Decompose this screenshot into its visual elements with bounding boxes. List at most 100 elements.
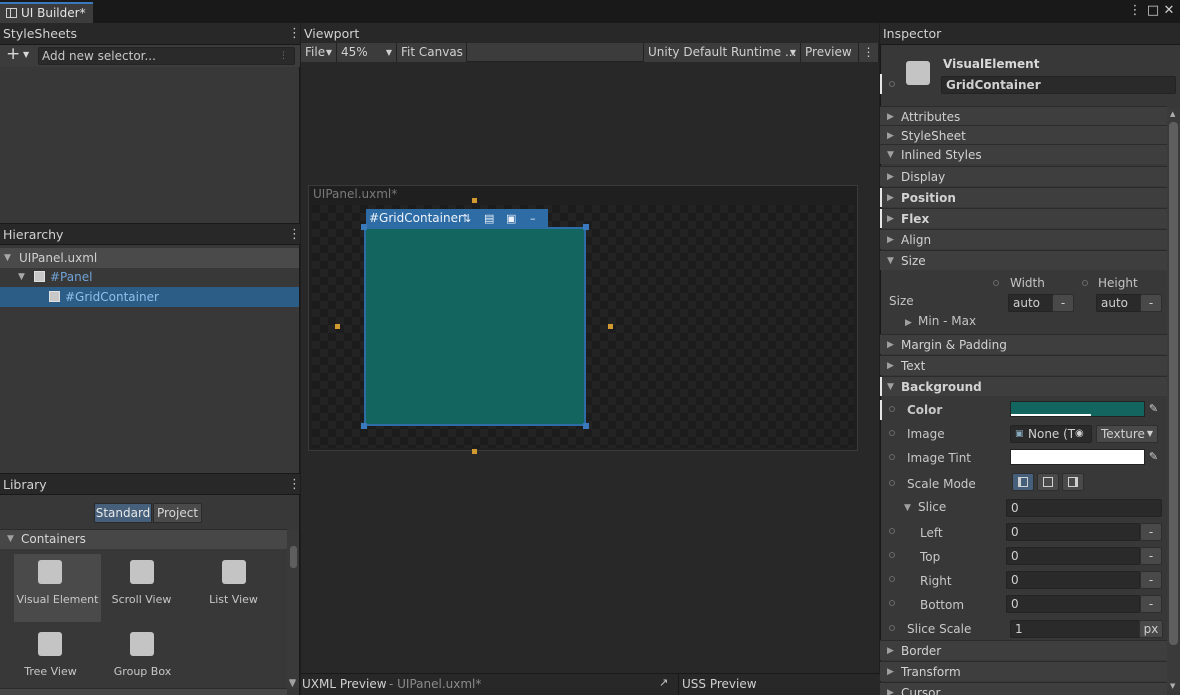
align-self-icon[interactable]: – [530,209,536,228]
foldout-border[interactable]: ▶ Border [880,640,1167,660]
slice-top-field[interactable]: 0 [1006,547,1140,565]
scale-mode-crop-button[interactable] [1037,473,1059,491]
image-type-dropdown[interactable]: Texture ▼ [1096,425,1158,443]
binding-dot-icon[interactable] [889,552,895,558]
resize-handle-top[interactable] [472,198,477,203]
slice-scale-unit-button[interactable]: px [1139,620,1163,638]
library-item-visual-element[interactable]: Visual Element [14,554,101,622]
foldout-display[interactable]: ▶ Display [880,166,1167,186]
resize-handle-left[interactable] [335,324,340,329]
uxml-preview-label[interactable]: UXML Preview [302,677,387,691]
library-menu-icon[interactable] [288,474,294,495]
viewport-menu-icon[interactable]: ⋮ [859,43,879,62]
close-icon[interactable]: ✕ [1162,3,1176,19]
selected-element-label[interactable]: #GridContainer ⇅ ▤ ▣ – [366,209,548,228]
selector-input[interactable]: Add new selector... ⋮ [38,47,295,65]
library-item-list-view[interactable]: List View [190,554,277,622]
expand-arrow-icon[interactable]: ▼ [4,248,11,268]
slice-right-field[interactable]: 0 [1006,571,1140,589]
scale-mode-stretch-button[interactable] [1012,473,1034,491]
library-scroll-thumb[interactable] [290,546,297,568]
file-menu[interactable]: File ▼ [301,43,337,62]
tree-item-panel[interactable]: ▼ #Panel [0,267,299,287]
slice-scale-field[interactable]: 1 [1010,620,1140,638]
binding-dot-icon[interactable] [993,280,999,286]
foldout-transform[interactable]: ▶ Transform [880,661,1167,681]
library-tab-project[interactable]: Project [153,503,202,523]
tree-item-uipanel[interactable]: ▼ UIPanel.uxml [0,248,299,268]
binding-dot-icon[interactable] [889,528,895,534]
resize-handle-bottom[interactable] [472,449,477,454]
slice-left-unit-button[interactable]: - [1140,523,1162,541]
add-stylesheet-button[interactable]: + ▼ [3,46,33,64]
binding-dot-icon[interactable] [889,406,895,412]
slice-right-unit-button[interactable]: - [1140,571,1162,589]
binding-dot-icon[interactable] [889,576,895,582]
foldout-position[interactable]: ▶ Position [880,187,1167,207]
scale-mode-fit-button[interactable] [1062,473,1084,491]
fit-canvas-button[interactable]: Fit Canvas [397,43,467,62]
justify-content-icon[interactable]: ▤ [484,209,494,228]
binding-dot-icon[interactable] [889,81,895,87]
slice-bottom-unit-button[interactable]: - [1140,595,1162,613]
zoom-dropdown[interactable]: 45% ▼ [337,43,397,62]
foldout-stylesheet[interactable]: ▶ StyleSheet [880,125,1167,145]
expand-arrow-icon[interactable]: ▼ [904,503,911,513]
resize-handle-right[interactable] [608,324,613,329]
library-scrollbar[interactable] [287,530,299,688]
corner-handle-top-right[interactable] [583,224,589,230]
eyedropper-icon[interactable]: ✎ [1145,449,1162,465]
theme-dropdown[interactable]: Unity Default Runtime ... ▼ [643,43,801,62]
color-swatch[interactable] [1010,401,1145,417]
binding-dot-icon[interactable] [889,454,895,460]
slice-field[interactable]: 0 [1006,499,1162,517]
binding-dot-icon[interactable] [889,480,895,486]
preview-button[interactable]: Preview [801,43,859,62]
hierarchy-menu-icon[interactable] [288,224,294,245]
scroll-down-icon[interactable]: ▼ [1170,682,1175,690]
binding-dot-icon[interactable] [889,600,895,606]
foldout-inlined-styles[interactable]: ▼ Inlined Styles [880,144,1167,164]
element-name-field[interactable]: GridContainer [941,76,1176,94]
binding-dot-icon[interactable] [1082,280,1088,286]
foldout-text[interactable]: ▶ Text [880,355,1167,375]
width-unit-button[interactable]: - [1052,294,1074,312]
foldout-align[interactable]: ▶ Align [880,229,1167,249]
library-section-containers[interactable]: ▼ Containers [0,529,287,549]
corner-handle-bottom-left[interactable] [361,423,367,429]
inspector-scroll-thumb[interactable] [1169,122,1178,645]
library-tab-standard[interactable]: Standard [94,503,152,523]
tint-swatch[interactable] [1010,449,1145,465]
open-external-icon[interactable]: ↗ [659,676,668,689]
corner-handle-top-left[interactable] [361,224,367,230]
maximize-icon[interactable]: □ [1146,3,1160,19]
binding-dot-icon[interactable] [889,625,895,631]
min-max-label[interactable]: Min - Max [918,314,976,328]
object-picker-icon[interactable]: ◉ [1075,426,1084,442]
expand-arrow-icon[interactable]: ▶ [905,318,912,328]
slice-top-unit-button[interactable]: - [1140,547,1162,565]
foldout-flex[interactable]: ▶ Flex [880,208,1167,228]
foldout-cursor[interactable]: ▶ Cursor [880,682,1167,695]
uss-preview-label[interactable]: USS Preview [682,677,757,691]
corner-handle-bottom-right[interactable] [583,423,589,429]
image-object-field[interactable]: ▣ None (T ◉ [1010,425,1092,443]
slice-left-field[interactable]: 0 [1006,523,1140,541]
expand-arrow-icon[interactable]: ▼ [18,267,25,287]
foldout-margin-padding[interactable]: ▶ Margin & Padding [880,334,1167,354]
foldout-background[interactable]: ▼ Background [880,376,1167,396]
slice-bottom-field[interactable]: 0 [1006,595,1140,613]
tab-ui-builder[interactable]: UI Builder* [0,2,93,23]
scroll-up-icon[interactable]: ▲ [1170,110,1175,118]
binding-dot-icon[interactable] [889,430,895,436]
library-item-tree-view[interactable]: Tree View [7,626,94,694]
collapse-bottom-icon[interactable]: ▼ [289,679,296,689]
tree-item-gridcontainer[interactable]: #GridContainer [0,287,299,307]
flex-direction-icon[interactable]: ⇅ [462,209,471,228]
grid-container-element[interactable] [364,227,586,426]
align-items-icon[interactable]: ▣ [506,209,516,228]
stylesheets-menu-icon[interactable] [288,23,294,44]
library-item-scroll-view[interactable]: Scroll View [98,554,185,622]
foldout-attributes[interactable]: ▶ Attributes [880,106,1167,126]
height-unit-button[interactable]: - [1140,294,1162,312]
